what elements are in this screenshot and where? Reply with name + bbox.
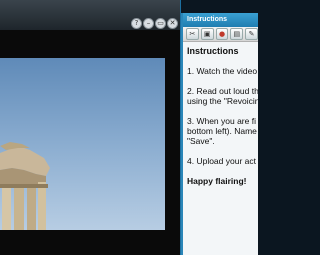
video-titlebar: ? – ▭ ✕: [0, 0, 180, 30]
closing-text: Happy flairing!: [187, 176, 247, 186]
cut-icon[interactable]: ✂: [186, 28, 199, 40]
close-icon[interactable]: ✕: [167, 18, 178, 29]
instructions-panel: Instructions ✂ ▣ ● ▤ ✎ Instructions 1. W…: [181, 13, 258, 255]
video-bottom-bar: [0, 230, 180, 255]
instructions-heading: Instructions: [187, 46, 239, 56]
video-frame[interactable]: [0, 58, 165, 230]
step-3: 3. When you are fi bottom left). Name "S…: [187, 116, 257, 146]
list-icon[interactable]: ▤: [230, 28, 244, 40]
panel-toolbar: ✂ ▣ ● ▤ ✎: [183, 27, 258, 42]
edit-icon[interactable]: ✎: [245, 28, 258, 40]
screen-icon[interactable]: ▣: [200, 28, 214, 40]
video-player[interactable]: [0, 30, 180, 255]
step-1: 1. Watch the video: [187, 66, 258, 76]
step-4: 4. Upload your act: [187, 156, 256, 166]
maximize-icon[interactable]: ▭: [155, 18, 166, 29]
instructions-body: Instructions 1. Watch the video 2. Read …: [183, 42, 258, 190]
panel-title: Instructions: [183, 13, 258, 27]
video-image-temple: [0, 142, 50, 230]
help-icon[interactable]: ?: [131, 18, 142, 29]
record-icon[interactable]: ●: [215, 28, 229, 40]
step-2: 2. Read out loud th using the "Revoicin: [187, 86, 258, 106]
minimize-icon[interactable]: –: [143, 18, 154, 29]
video-window: ? – ▭ ✕: [0, 0, 181, 255]
